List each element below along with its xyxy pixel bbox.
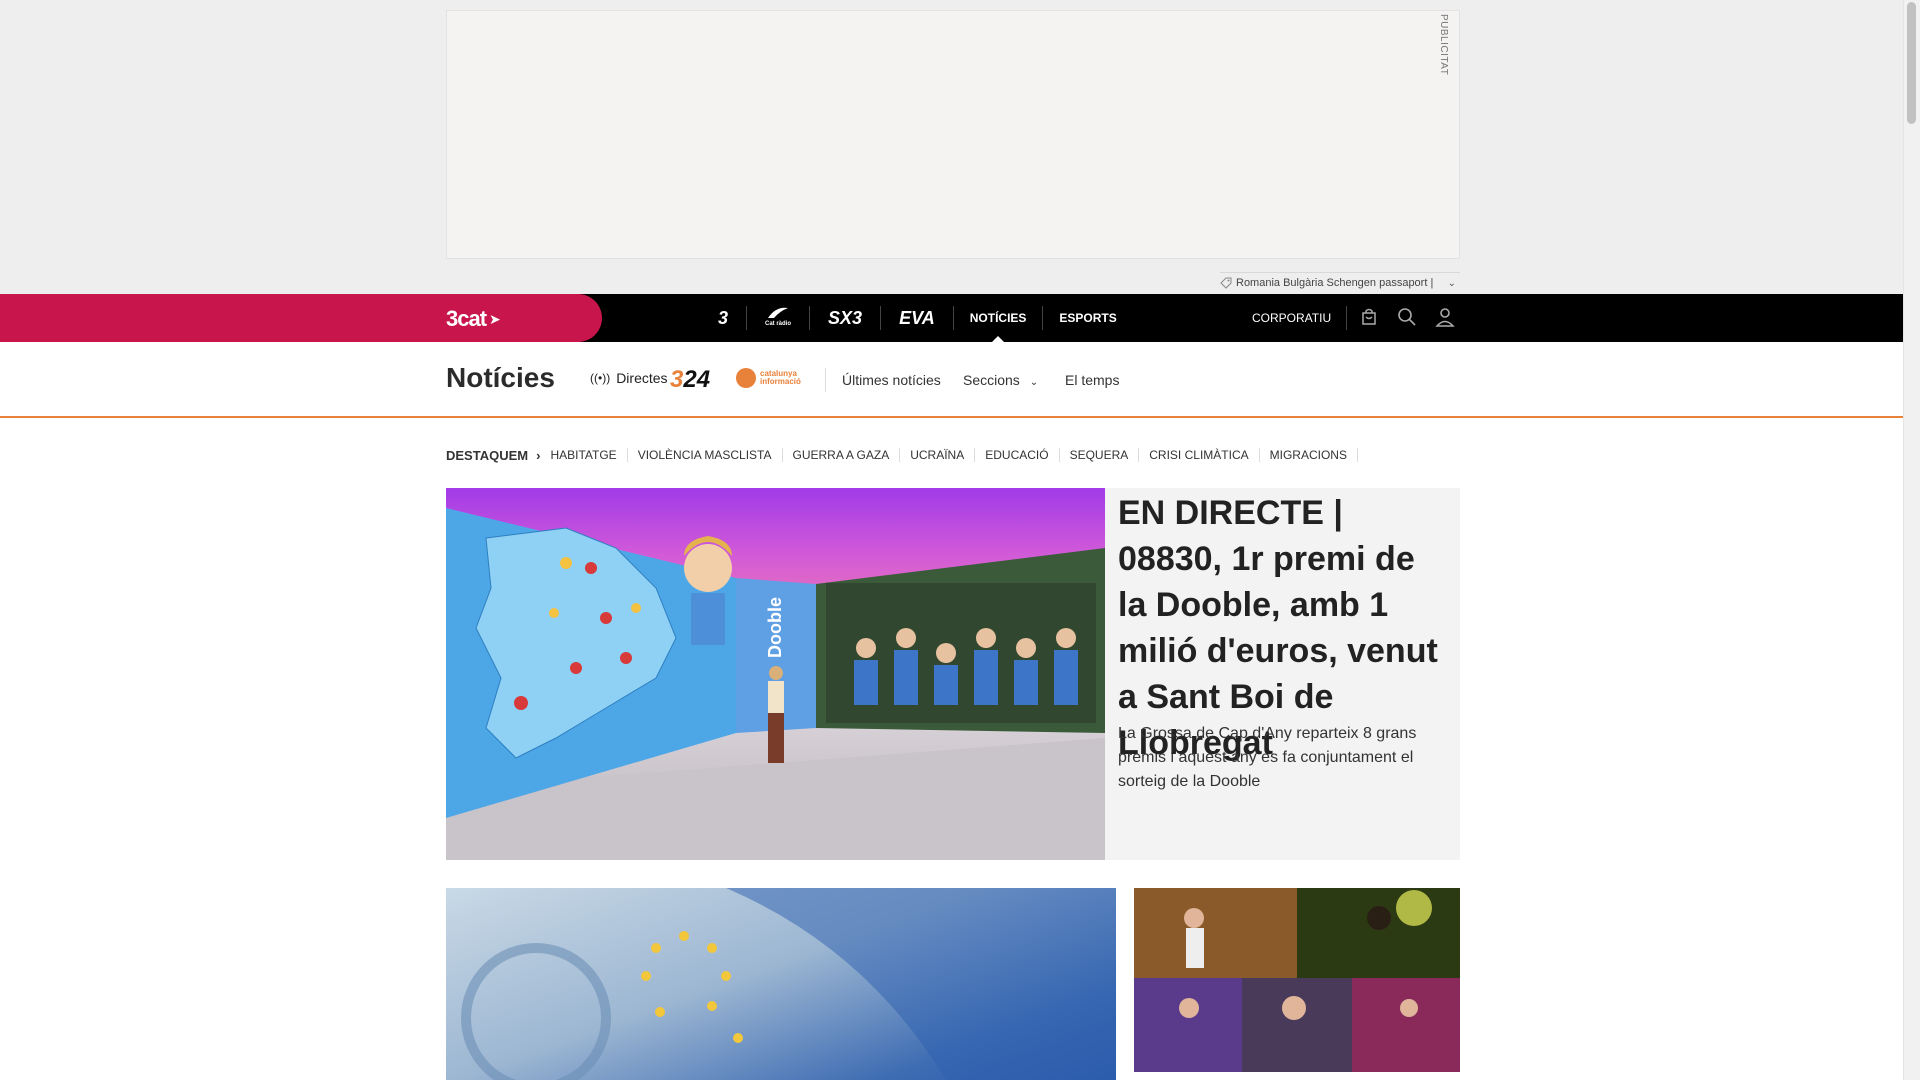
topic-habitatge[interactable]: HABITATGE [550, 448, 628, 462]
brand-arrow-icon: ➤ [489, 310, 501, 327]
lead-story-card[interactable]: Dooble EN DIRECTE | 08830, 1r premi de l… [446, 488, 1460, 860]
topic-educacio[interactable]: EDUCACIÓ [975, 448, 1060, 462]
catradio-label: Cat ràdio [765, 321, 792, 327]
secondary-story-image[interactable] [446, 888, 1116, 1080]
catinfo-disc-icon [736, 368, 756, 388]
divider [825, 368, 826, 392]
link-ultimes-noticies[interactable]: Últimes notícies [842, 372, 941, 388]
link-seccions[interactable]: Seccions ⌄ [963, 372, 1038, 388]
trending-tags-strip[interactable]: Romania Bulgària Schengen passaport | ⌄ [1220, 272, 1460, 293]
seccions-label: Seccions [963, 372, 1020, 388]
channel-catradio-logo[interactable]: Cat ràdio [747, 306, 811, 330]
section-header: Notícies ((•)) Directes 324 catalunya in… [0, 342, 1904, 418]
scrollbar-thumb[interactable] [1907, 2, 1916, 124]
trending-tags-text[interactable]: Romania Bulgària Schengen passaport | [1236, 277, 1433, 289]
link-el-temps[interactable]: El temps [1065, 372, 1119, 388]
user-icon[interactable] [1434, 306, 1456, 328]
search-icon[interactable] [1396, 306, 1418, 328]
concert-collage-image[interactable] [1134, 888, 1460, 1072]
logo-catalunya-informacio[interactable]: catalunya informació [736, 368, 820, 388]
topic-ucraina[interactable]: UCRAÏNA [900, 448, 976, 462]
ad-label: PUBLICITAT [1438, 14, 1449, 76]
channel-sx3-logo[interactable]: SX3 [810, 306, 882, 330]
brand-block [0, 294, 602, 342]
logo-324[interactable]: 324 [670, 366, 710, 394]
nav-noticies[interactable]: NOTÍCIES [954, 306, 1044, 342]
live-link[interactable]: ((•)) Directes [590, 370, 668, 386]
catradio-wing-icon [768, 307, 789, 318]
channel-eva-logo[interactable]: EVA [881, 306, 954, 330]
top-navigation-bar: 3cat ➤ 3 Cat ràdio SX3 EVA NOTÍCIES ESPO… [0, 294, 1904, 342]
scrollbar[interactable] [1903, 0, 1920, 1080]
live-broadcast-icon: ((•)) [590, 371, 611, 385]
topic-guerra-gaza[interactable]: GUERRA A GAZA [783, 448, 901, 462]
catinfo-label: catalunya informació [760, 369, 801, 386]
shopping-bag-icon[interactable] [1358, 306, 1380, 328]
top-icons [1358, 306, 1456, 328]
featured-label[interactable]: DESTAQUEM › [446, 448, 540, 463]
nav-esports[interactable]: ESPORTS [1043, 306, 1132, 330]
chevron-down-icon: ⌄ [1029, 377, 1039, 388]
featured-topics: DESTAQUEM › HABITATGE VIOLÈNCIA MASCLIST… [446, 444, 1358, 466]
euro-banknote-illustration [461, 888, 1116, 1080]
dooble-screen-text: Dooble [765, 597, 785, 658]
topic-crisi-climatica[interactable]: CRISI CLIMÀTICA [1139, 448, 1260, 462]
topic-sequera[interactable]: SEQUERA [1060, 448, 1140, 462]
brand-logo-text: 3cat [446, 306, 487, 331]
live-label: Directes [616, 370, 668, 386]
ad-banner[interactable] [446, 10, 1460, 259]
featured-label-text: DESTAQUEM [446, 447, 529, 463]
nav-corporatiu[interactable]: CORPORATIU [1252, 306, 1348, 330]
topic-violencia-masclista[interactable]: VIOLÈNCIA MASCLISTA [628, 448, 783, 462]
topic-migracions[interactable]: MIGRACIONS [1260, 448, 1358, 462]
tag-icon [1220, 277, 1232, 289]
concert-photos-illustration [1134, 888, 1460, 1072]
channel-links: 3 Cat ràdio SX3 EVA NOTÍCIES ESPORTS [700, 294, 1133, 342]
brand-logo[interactable]: 3cat ➤ [446, 306, 501, 332]
lottery-studio-illustration: Dooble [446, 508, 1105, 860]
channel-tv3-logo[interactable]: 3 [700, 306, 748, 330]
ad-area: PUBLICITAT Romania Bulgària Schengen pas… [0, 0, 1904, 294]
section-title[interactable]: Notícies [446, 362, 555, 394]
lead-story-summary: La Grossa de Cap d'Any reparteix 8 grans… [1118, 725, 1417, 790]
chevron-down-icon[interactable]: ⌄ [1448, 278, 1456, 289]
lead-story-image[interactable]: Dooble [446, 488, 1105, 860]
chevron-right-icon: › [536, 447, 541, 463]
